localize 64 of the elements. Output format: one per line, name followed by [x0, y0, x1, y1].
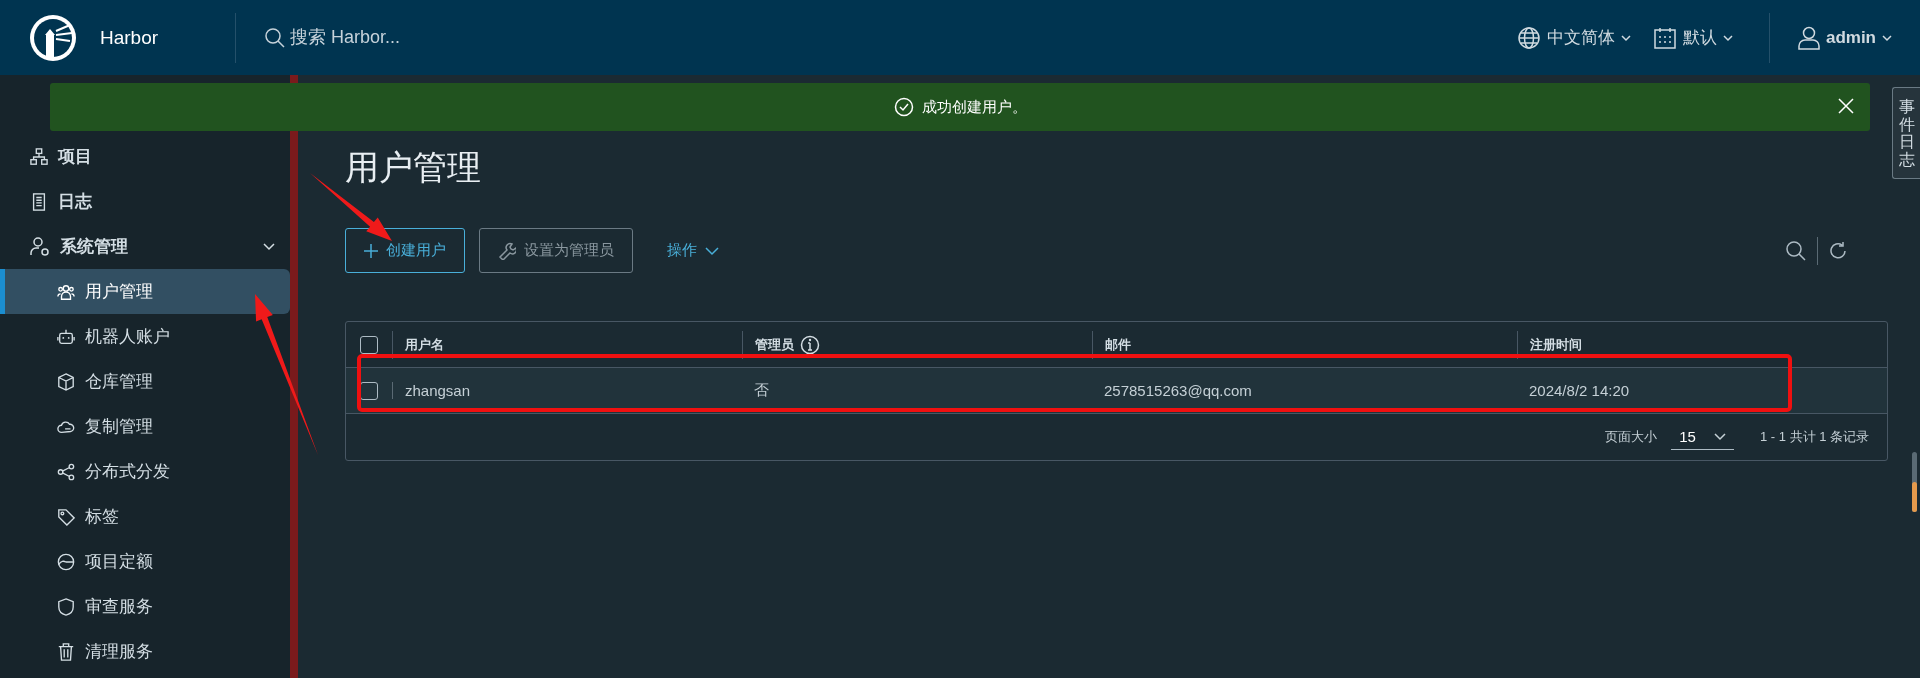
- pagination-summary: 1 - 1 共计 1 条记录: [1759, 428, 1869, 446]
- sidebar-item[interactable]: 系统管理: [0, 224, 290, 269]
- page-size-select[interactable]: 15: [1671, 424, 1734, 450]
- gauge-icon: [57, 552, 75, 571]
- actions-dropdown[interactable]: 操作: [647, 228, 739, 273]
- sidebar-item[interactable]: 分布式分发: [0, 449, 290, 494]
- search-icon: [264, 26, 286, 49]
- user-icon: [1797, 25, 1820, 50]
- user-gear-icon: [30, 236, 50, 257]
- column-header[interactable]: 邮件: [1105, 335, 1131, 354]
- column-header[interactable]: 管理员: [755, 335, 794, 354]
- date-format-menu[interactable]: 默认: [1652, 25, 1733, 50]
- trash-icon: [57, 642, 75, 661]
- share-icon: [57, 462, 75, 481]
- caret-icon: [705, 245, 719, 256]
- language-menu[interactable]: 中文简体: [1516, 25, 1631, 50]
- tag-icon: [57, 507, 75, 526]
- info-icon[interactable]: [800, 334, 820, 355]
- brand-name[interactable]: Harbor: [100, 26, 235, 49]
- notification-message: 成功创建用户。: [921, 97, 1027, 117]
- page-size-label: 页面大小: [1605, 428, 1658, 446]
- column-header[interactable]: 用户名: [405, 335, 444, 354]
- robot-icon: [57, 327, 75, 346]
- sidebar-item[interactable]: 复制管理: [0, 404, 290, 449]
- sidebar-item[interactable]: 标签: [0, 494, 290, 539]
- sitemap-icon: [30, 147, 48, 166]
- sidebar-item[interactable]: 日志: [0, 179, 290, 224]
- users-icon: [57, 282, 75, 301]
- sidebar-item[interactable]: 机器人账户: [0, 314, 290, 359]
- refresh-icon[interactable]: [1828, 240, 1848, 261]
- sidebar-item[interactable]: 用户管理: [0, 269, 290, 314]
- caret-icon: [1620, 32, 1631, 43]
- lighthouse-logo-icon[interactable]: [28, 12, 78, 63]
- create-user-button[interactable]: 创建用户: [345, 228, 465, 273]
- checkbox[interactable]: [360, 381, 378, 400]
- calendar-icon: [1652, 25, 1677, 50]
- table-cell: zhangsan: [405, 382, 471, 399]
- user-menu[interactable]: admin: [1797, 25, 1892, 50]
- caret-icon: [1713, 432, 1726, 441]
- checkbox[interactable]: [360, 335, 378, 354]
- sidebar-item[interactable]: 项目: [0, 134, 290, 179]
- sidebar-item[interactable]: 审查服务: [0, 584, 290, 629]
- document-icon: [30, 192, 48, 211]
- sidebar-item[interactable]: 仓库管理: [0, 359, 290, 404]
- cube-icon: [57, 372, 75, 391]
- plus-icon: [364, 243, 378, 258]
- table-cell: 否: [754, 381, 769, 398]
- globe-icon: [1516, 25, 1541, 50]
- column-header[interactable]: 注册时间: [1530, 335, 1582, 354]
- sidebar-item[interactable]: 项目定额: [0, 539, 290, 584]
- check-circle-icon: [893, 97, 914, 117]
- page-title: 用户管理: [345, 147, 482, 188]
- close-button[interactable]: [1836, 96, 1856, 116]
- search-icon[interactable]: [1785, 239, 1807, 262]
- table-cell: 2578515263@qq.com: [1104, 382, 1252, 399]
- wrench-icon: [498, 241, 516, 260]
- caret-icon: [1722, 32, 1733, 43]
- search-field[interactable]: 搜索 Harbor...: [288, 26, 592, 49]
- scrollbar[interactable]: [1912, 452, 1917, 512]
- caret-icon: [1882, 32, 1892, 43]
- shield-icon: [57, 597, 75, 616]
- table-cell: 2024/8/2 14:20: [1529, 382, 1630, 399]
- event-log-tab[interactable]: 事件日志: [1892, 87, 1920, 180]
- sidebar-item[interactable]: 清理服务: [0, 629, 290, 674]
